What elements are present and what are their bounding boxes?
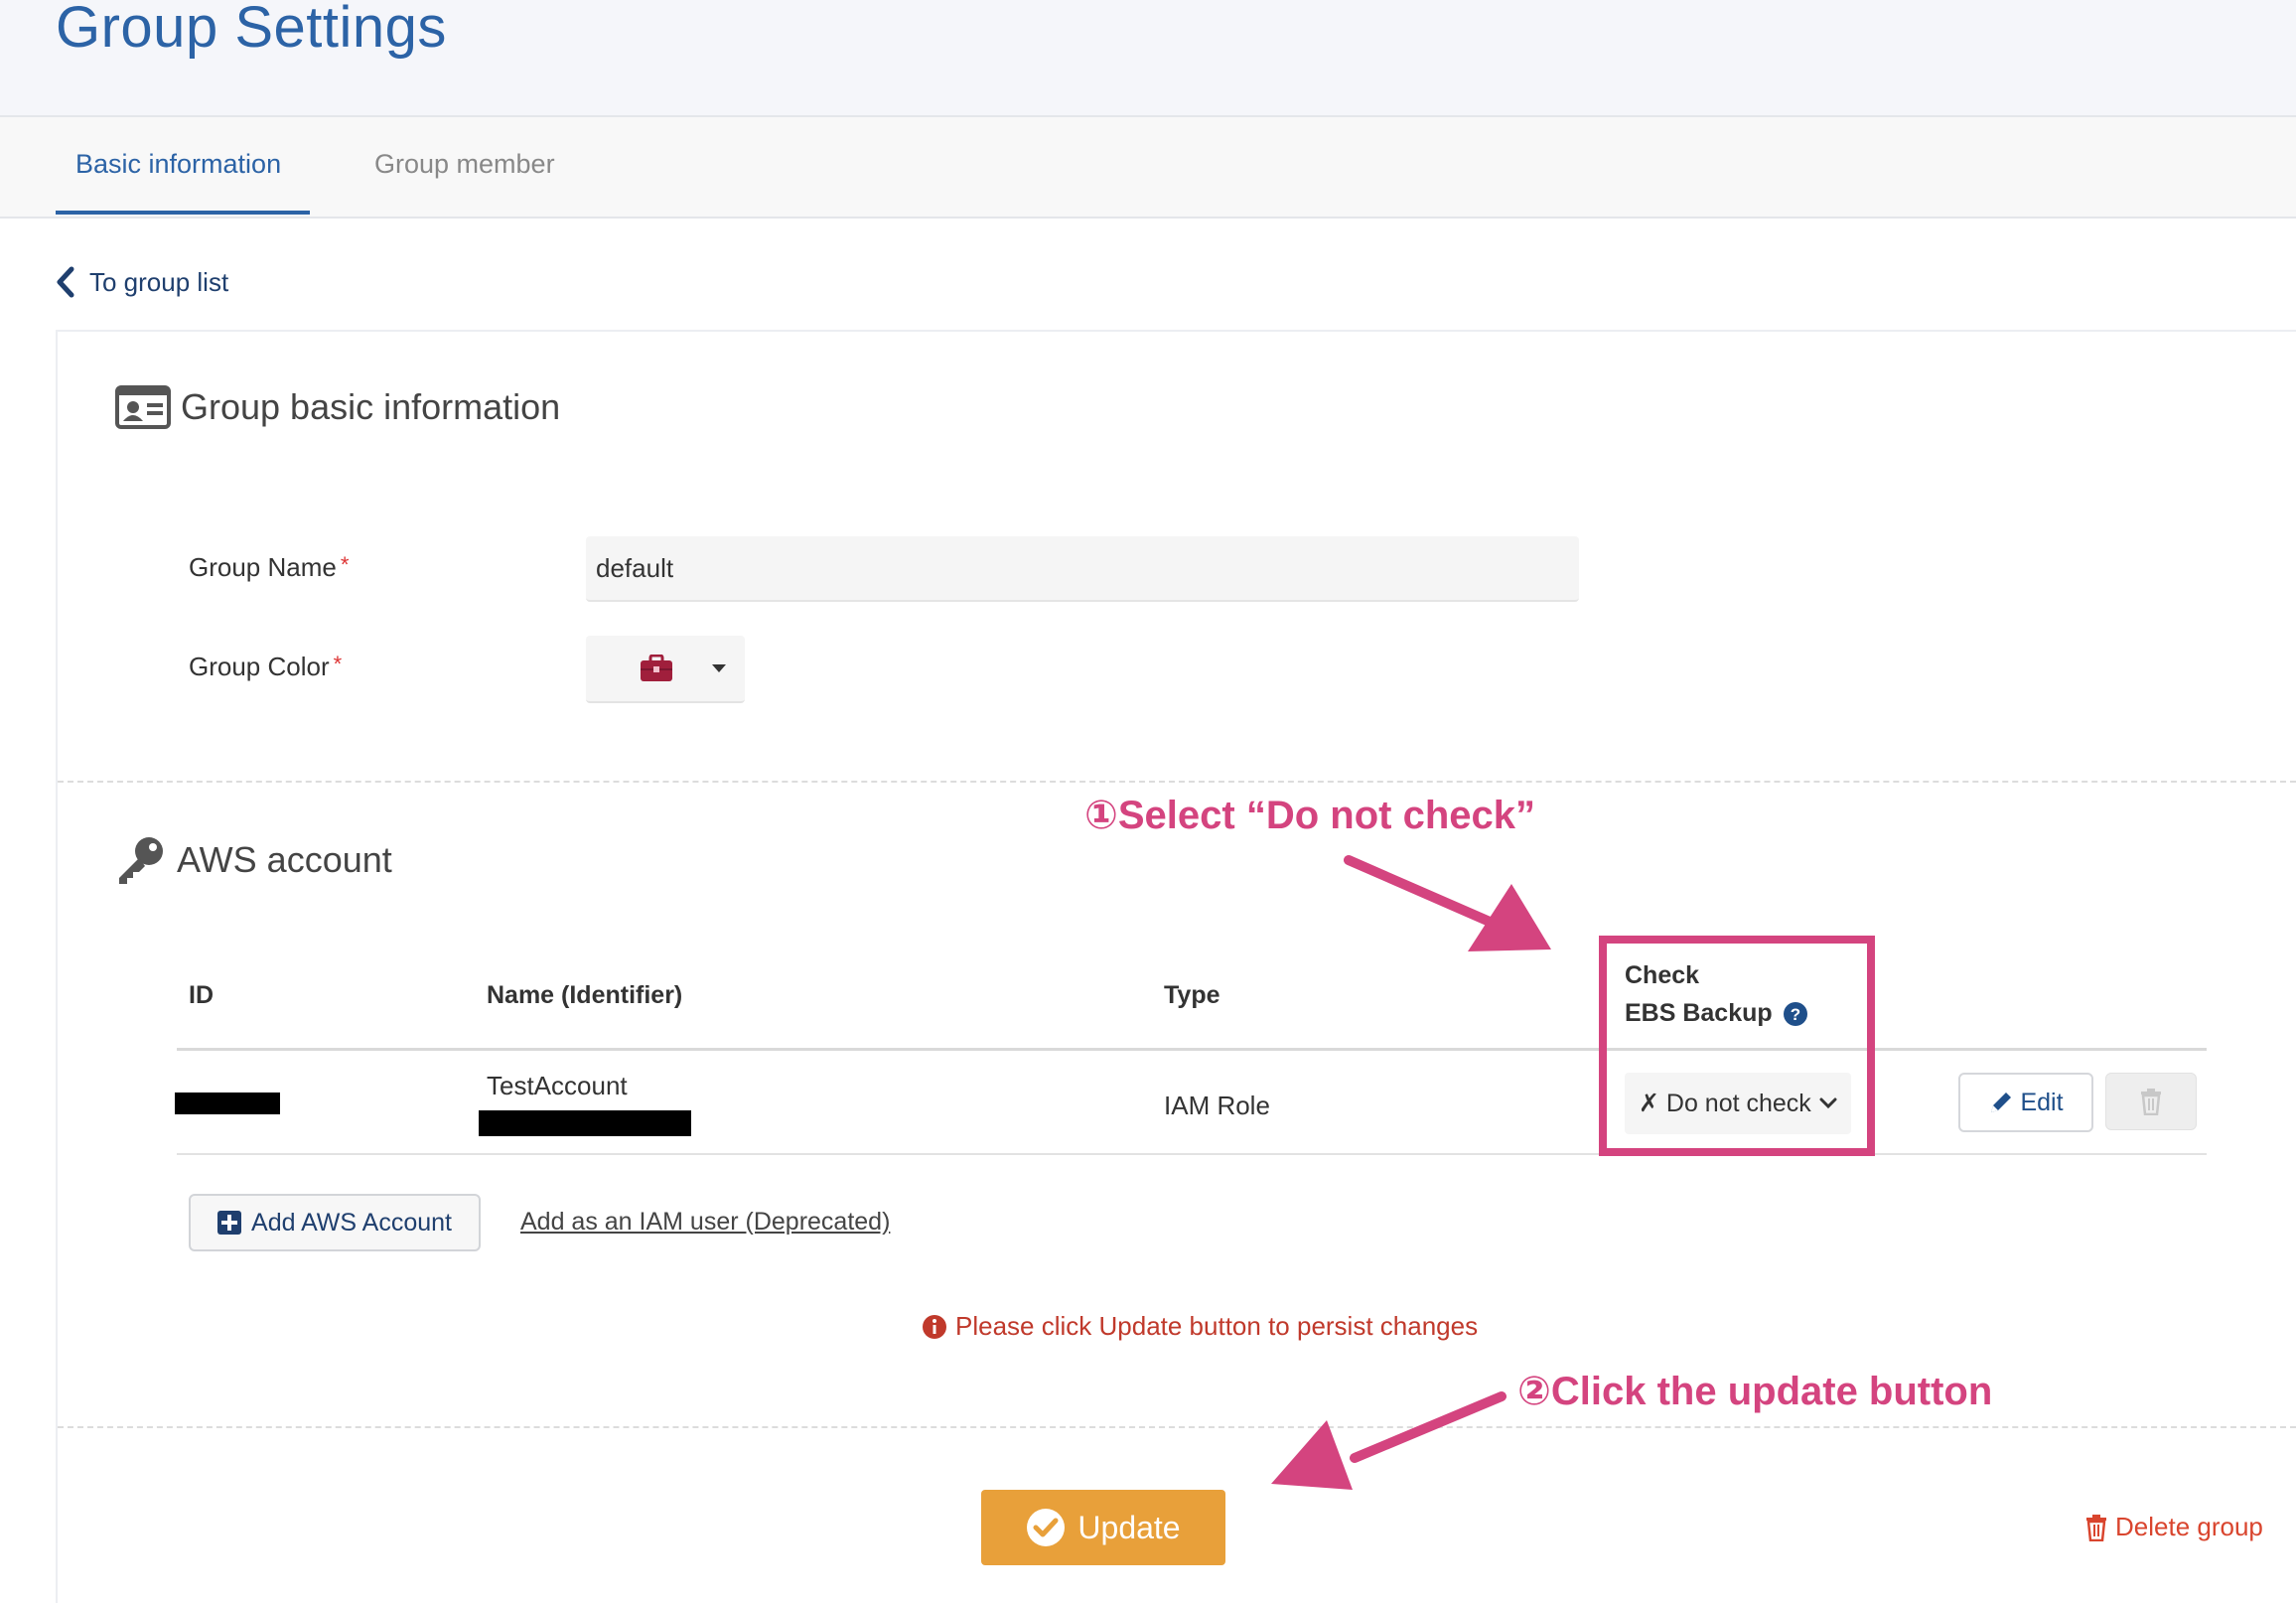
annotation-arrow-2: [1271, 1391, 1507, 1490]
annotation-arrow-1: [1344, 855, 1551, 951]
annotation-arrows: [1271, 855, 1551, 1490]
